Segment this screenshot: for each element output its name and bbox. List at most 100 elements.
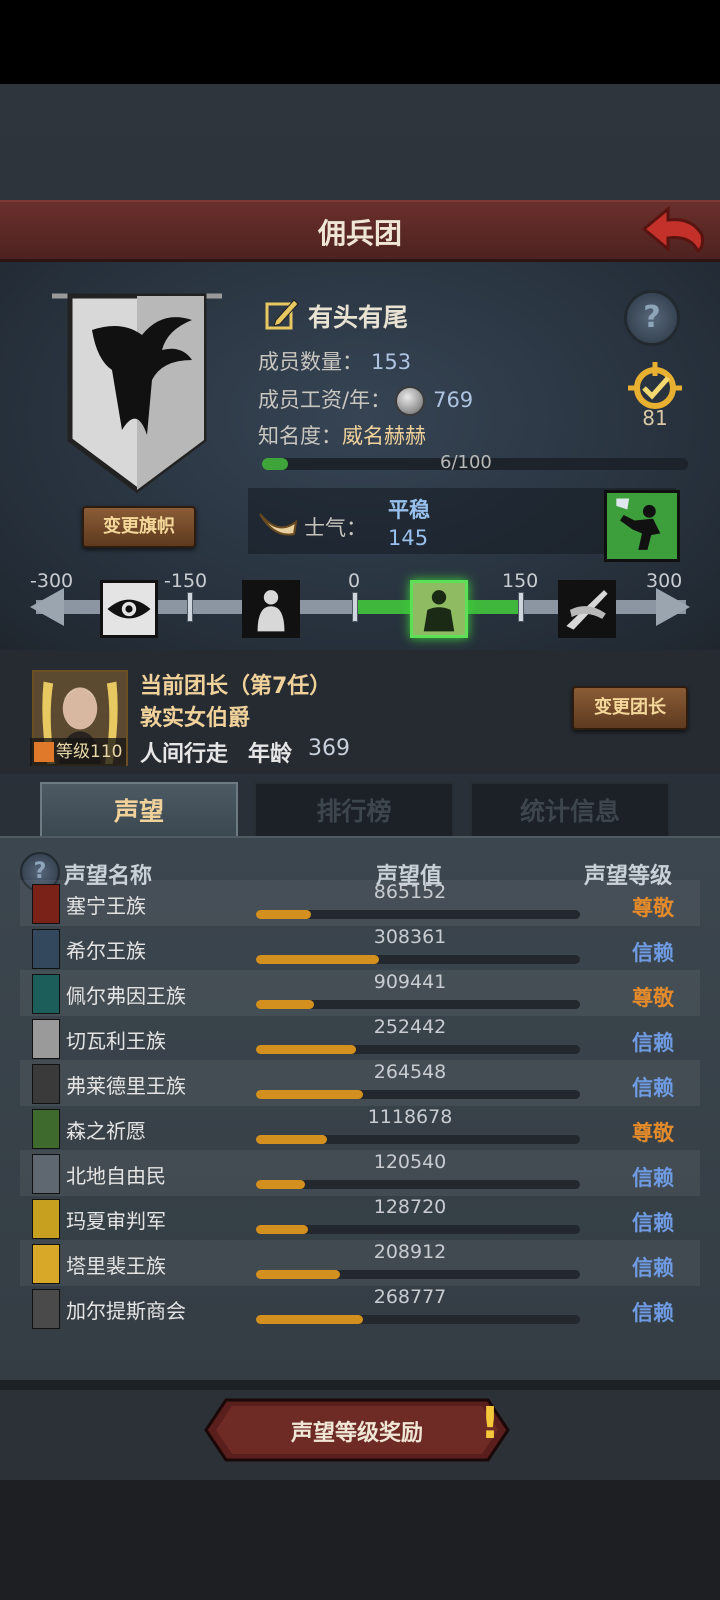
reputation-level: 信赖: [632, 1256, 674, 1280]
table-row[interactable]: 森之祈愿 1118678 尊敬: [20, 1105, 700, 1151]
change-flag-button[interactable]: 变更旗帜: [82, 506, 196, 548]
table-bottom-edge: [0, 1380, 720, 1390]
reputation-level: 尊敬: [632, 896, 674, 920]
tab-statistics[interactable]: 统计信息: [470, 782, 670, 838]
reputation-bar: [256, 1180, 580, 1189]
reward-button-label: 声望等级奖励: [290, 1421, 423, 1446]
table-row[interactable]: 弗莱德里王族 264548 信赖: [20, 1060, 700, 1106]
reputation-bar: [256, 1000, 580, 1009]
reputation-value: 208912: [373, 1241, 447, 1263]
scale-label: 0: [348, 570, 361, 592]
faction-name: 塔里裴王族: [66, 1254, 166, 1278]
horn-icon: [259, 513, 298, 536]
scale-right-arrow: [656, 588, 690, 626]
reputation-bar: [256, 1045, 580, 1054]
morale-despair-icon[interactable]: [242, 580, 300, 638]
reputation-level: 信赖: [632, 941, 674, 965]
reputation-level: 尊敬: [632, 986, 674, 1010]
reputation-bar-fill: [256, 1270, 341, 1279]
faction-name: 佩尔弗因王族: [66, 984, 186, 1008]
edit-icon[interactable]: [264, 296, 300, 332]
morale-label: 士气：: [304, 516, 367, 540]
tab-leaderboard[interactable]: 排行榜: [254, 782, 454, 838]
page-title: 佣兵团: [317, 217, 402, 250]
table-row[interactable]: 切瓦利王族 252442 信赖: [20, 1015, 700, 1061]
reputation-value: 865152: [373, 881, 447, 903]
help-icon[interactable]: ?: [624, 290, 680, 346]
salary-stat: 成员工资/年： 769: [258, 384, 473, 416]
table-row[interactable]: 希尔王族 308361 信赖: [20, 925, 700, 971]
faction-emblem-icon: [32, 1289, 60, 1329]
leader-age: 369: [308, 736, 350, 761]
scale-tick: [187, 592, 193, 622]
reputation-bar: [256, 910, 580, 919]
tab-reputation[interactable]: 声望: [40, 782, 238, 838]
leader-title: 当前团长（第7任）: [140, 674, 332, 699]
rank-value: 81: [642, 406, 668, 430]
exclamation-icon: !: [480, 1398, 501, 1449]
leader-trait: 人间行走: [140, 742, 229, 767]
reputation-bar: [256, 1270, 580, 1279]
reputation-bar-fill: [256, 1090, 363, 1099]
leader-level: 等级110: [30, 738, 127, 766]
scale-tick: [352, 592, 358, 622]
faction-emblem-icon: [32, 1109, 60, 1149]
faction-name: 希尔王族: [66, 939, 146, 963]
reputation-level: 信赖: [632, 1211, 674, 1235]
silver-coin-icon: [395, 386, 426, 416]
faction-emblem-icon: [32, 884, 60, 924]
scale-label: -150: [164, 570, 208, 592]
reputation-bar: [256, 1225, 580, 1234]
reputation-level: 尊敬: [632, 1121, 674, 1145]
reputation-value: 128720: [373, 1196, 447, 1218]
back-arrow-icon[interactable]: [640, 205, 706, 255]
reputation-bar-fill: [256, 1135, 328, 1144]
members-stat: 成员数量： 153: [258, 346, 411, 376]
faction-emblem-icon: [32, 974, 60, 1014]
morale-fervor-icon[interactable]: [558, 580, 616, 638]
level-icon: [34, 742, 54, 762]
reputation-value: 268777: [373, 1286, 447, 1308]
reputation-level: 信赖: [632, 1301, 674, 1325]
reputation-level: 信赖: [632, 1031, 674, 1055]
faction-emblem-icon: [32, 1199, 60, 1239]
fame-progress-text: 6/100: [440, 452, 492, 473]
table-row[interactable]: 北地自由民 120540 信赖: [20, 1150, 700, 1196]
leader-rank: 敦实女伯爵: [140, 706, 251, 731]
morale-stable-icon[interactable]: [410, 580, 468, 638]
faction-name: 森之祈愿: [66, 1119, 146, 1143]
reputation-value: 120540: [373, 1151, 447, 1173]
table-row[interactable]: 佩尔弗因王族 909441 尊敬: [20, 970, 700, 1016]
scale-tick: [518, 592, 524, 622]
bottom-area: [0, 1480, 720, 1600]
table-row[interactable]: 塔里裴王族 208912 信赖: [20, 1240, 700, 1286]
scale-left-arrow: [30, 588, 64, 626]
faction-name: 北地自由民: [66, 1164, 166, 1188]
members-label: 成员数量：: [258, 350, 363, 374]
morale-chaos-icon[interactable]: [100, 580, 158, 638]
faction-name: 塞宁王族: [66, 894, 146, 918]
table-row[interactable]: 加尔提斯商会 268777 信赖: [20, 1285, 700, 1331]
scale-label: 300: [646, 570, 683, 592]
fame-stat: 知名度：威名赫赫: [258, 420, 426, 450]
table-row[interactable]: 塞宁王族 865152 尊敬: [20, 880, 700, 926]
reputation-bar: [256, 1315, 580, 1324]
morale-action-icon[interactable]: [604, 490, 680, 562]
salary-value: 769: [433, 388, 474, 412]
reputation-bar-fill: [256, 1315, 363, 1324]
reputation-bar-fill: [256, 1045, 357, 1054]
faction-name: 切瓦利王族: [66, 1029, 166, 1053]
reputation-value: 308361: [373, 926, 447, 948]
guild-name: 有头有尾: [308, 303, 409, 332]
reputation-level: 信赖: [632, 1166, 674, 1190]
faction-emblem-icon: [32, 1154, 60, 1194]
table-row[interactable]: 玛夏审判军 128720 信赖: [20, 1195, 700, 1241]
faction-emblem-icon: [32, 929, 60, 969]
faction-emblem-icon: [32, 1064, 60, 1104]
change-leader-button[interactable]: 变更团长: [572, 686, 688, 730]
faction-emblem-icon: [32, 1019, 60, 1059]
faction-name: 弗莱德里王族: [66, 1074, 186, 1098]
reputation-bar: [256, 1135, 580, 1144]
reputation-bar-fill: [256, 955, 380, 964]
salary-label: 成员工资/年：: [258, 388, 392, 412]
